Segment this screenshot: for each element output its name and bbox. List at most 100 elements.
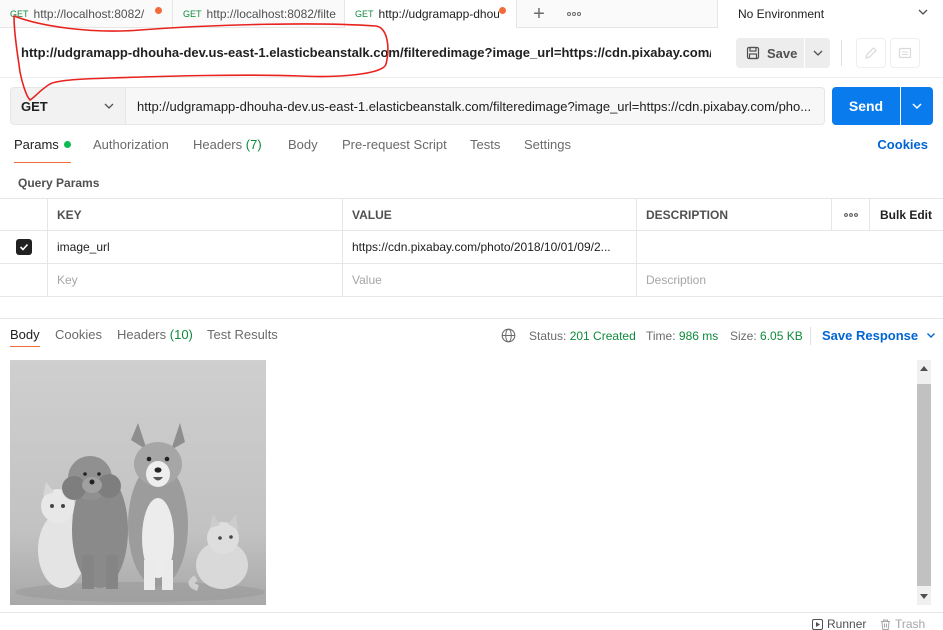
- unsaved-dot-icon: [155, 7, 162, 14]
- globe-icon[interactable]: [501, 328, 516, 343]
- save-options-button[interactable]: [805, 38, 830, 68]
- param-key[interactable]: image_url: [47, 231, 342, 263]
- url-input[interactable]: http://udgramapp-dhouha-dev.us-east-1.el…: [125, 87, 825, 125]
- tab-body[interactable]: Body: [288, 137, 318, 163]
- edit-button[interactable]: [856, 38, 886, 68]
- environment-label: No Environment: [738, 7, 825, 21]
- trash-button[interactable]: Trash: [880, 617, 925, 630]
- value-column-header: VALUE: [342, 199, 636, 231]
- document-icon: [898, 47, 912, 59]
- new-tab-plus-icon[interactable]: +: [527, 0, 551, 28]
- runner-play-icon: [812, 618, 823, 630]
- method-value: GET: [21, 98, 48, 114]
- more-tabs-icon[interactable]: [562, 0, 586, 28]
- trash-icon: [881, 619, 890, 630]
- chevron-down-icon: [912, 103, 922, 110]
- tab-headers-label: Headers: [193, 137, 243, 152]
- tab-params-label: Params: [14, 137, 59, 152]
- tab-settings[interactable]: Settings: [524, 137, 571, 163]
- params-active-dot-icon: [63, 141, 71, 148]
- tab-pre-request-script[interactable]: Pre-request Script: [342, 137, 447, 163]
- tab-params[interactable]: Params: [14, 137, 71, 163]
- bulk-edit-button[interactable]: Bulk Edit: [869, 199, 943, 231]
- response-tab-body[interactable]: Body: [10, 327, 40, 347]
- new-key-input[interactable]: Key: [47, 264, 342, 296]
- checkbox-column-header: [0, 199, 47, 231]
- divider: [810, 327, 811, 345]
- headers-count: (7): [245, 137, 262, 152]
- send-button[interactable]: Send: [832, 87, 900, 125]
- tab-method: GET: [355, 9, 374, 19]
- scroll-down-arrow-icon[interactable]: [917, 589, 931, 605]
- save-button[interactable]: Save: [736, 38, 804, 68]
- response-image: [10, 360, 266, 605]
- time-label: Time:: [646, 329, 676, 343]
- response-scrollbar-thumb[interactable]: [917, 384, 931, 586]
- scroll-up-arrow-icon[interactable]: [917, 360, 931, 376]
- request-tab-2[interactable]: GET http://localhost:8082/filte: [173, 0, 345, 28]
- method-select[interactable]: GET: [10, 87, 125, 125]
- tab-strip: GET http://localhost:8082/ GET http://lo…: [0, 0, 943, 28]
- response-headers-count: (10): [169, 327, 193, 342]
- cookies-link[interactable]: Cookies: [877, 137, 928, 152]
- size-value: 6.05 KB: [760, 329, 803, 343]
- table-row: image_url https://cdn.pixabay.com/photo/…: [0, 231, 943, 264]
- description-column-header: DESCRIPTION: [636, 199, 831, 231]
- pencil-icon: [865, 47, 877, 59]
- response-status[interactable]: Status: 201 Created: [529, 329, 636, 343]
- new-value-input[interactable]: Value: [342, 264, 636, 296]
- checkmark-icon: [15, 239, 32, 255]
- response-tabs: Body Cookies Headers (10) Test Results S…: [0, 327, 943, 349]
- request-tabs: Params Authorization Headers (7) Body Pr…: [0, 137, 943, 163]
- save-response-button[interactable]: Save Response: [822, 328, 936, 343]
- request-title[interactable]: http://udgramapp-dhouha-dev.us-east-1.el…: [21, 45, 711, 60]
- divider: [841, 40, 842, 66]
- status-bar: Runner Trash: [0, 612, 943, 630]
- unsaved-dot-icon: [499, 7, 506, 14]
- environment-selector[interactable]: No Environment: [717, 0, 943, 28]
- table-header-row: KEY VALUE DESCRIPTION Bulk Edit: [0, 198, 943, 231]
- save-icon: [746, 46, 760, 60]
- request-tab-3[interactable]: GET http://udgramapp-dhou: [345, 0, 517, 28]
- response-tab-headers[interactable]: Headers (10): [117, 327, 193, 353]
- documentation-button[interactable]: [890, 38, 920, 68]
- chevron-down-icon: [104, 103, 114, 109]
- query-params-label: Query Params: [18, 176, 100, 190]
- empty-cell: [831, 231, 869, 263]
- trash-label: Trash: [895, 617, 926, 630]
- tab-authorization[interactable]: Authorization: [93, 137, 169, 163]
- table-row-new: Key Value Description: [0, 264, 943, 297]
- tab-title: http://localhost:8082/filte: [206, 7, 336, 21]
- param-description[interactable]: [636, 231, 831, 263]
- request-header: http://udgramapp-dhouha-dev.us-east-1.el…: [0, 29, 943, 78]
- key-column-header: KEY: [47, 199, 342, 231]
- tab-method: GET: [183, 9, 202, 19]
- status-value: 201 Created: [569, 329, 636, 343]
- param-value[interactable]: https://cdn.pixabay.com/photo/2018/10/01…: [342, 231, 636, 263]
- size-label: Size:: [730, 329, 757, 343]
- new-description-input[interactable]: Description: [636, 264, 831, 296]
- request-tab-1[interactable]: GET http://localhost:8082/: [0, 0, 173, 28]
- response-headers-label: Headers: [117, 327, 167, 342]
- empty-checkbox-cell: [0, 264, 47, 296]
- tab-title: http://localhost:8082/: [33, 7, 145, 21]
- chevron-down-icon: [918, 9, 928, 15]
- save-response-label: Save Response: [822, 328, 919, 343]
- send-options-button[interactable]: [901, 87, 933, 125]
- status-label: Status:: [529, 329, 567, 343]
- column-options-icon[interactable]: [831, 199, 869, 231]
- runner-label: Runner: [827, 617, 867, 630]
- chevron-down-icon: [813, 50, 822, 56]
- save-label: Save: [767, 45, 798, 61]
- tab-headers[interactable]: Headers (7): [193, 137, 262, 163]
- response-tab-cookies[interactable]: Cookies: [55, 327, 102, 353]
- tab-title: http://udgramapp-dhou: [378, 7, 499, 21]
- param-checkbox[interactable]: [0, 231, 47, 263]
- chevron-down-icon: [926, 333, 935, 338]
- response-tab-test-results[interactable]: Test Results: [207, 327, 278, 353]
- tab-tests[interactable]: Tests: [470, 137, 500, 163]
- response-time[interactable]: Time: 986 ms: [646, 329, 718, 343]
- time-value: 986 ms: [678, 329, 719, 343]
- runner-button[interactable]: Runner: [812, 617, 866, 630]
- response-size[interactable]: Size: 6.05 KB: [730, 329, 803, 343]
